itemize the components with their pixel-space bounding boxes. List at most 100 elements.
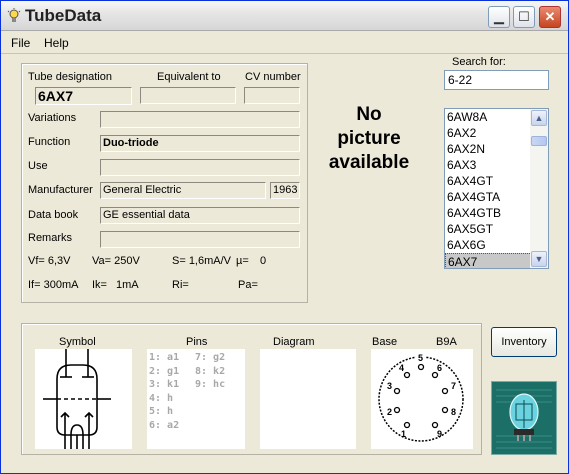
maximize-button[interactable]: ☐ bbox=[513, 6, 535, 28]
base-pin-number: 8 bbox=[451, 407, 456, 417]
remarks-field[interactable] bbox=[100, 231, 300, 248]
no-picture-line3: available bbox=[328, 152, 410, 173]
tube-list-item[interactable]: 6AW8A bbox=[445, 109, 532, 125]
tube-symbol-panel bbox=[35, 349, 132, 449]
inventory-button[interactable]: Inventory bbox=[491, 327, 557, 357]
base-pin-number: 7 bbox=[451, 381, 456, 391]
remarks-label: Remarks bbox=[28, 232, 73, 244]
pin-entry: 1: a1 bbox=[149, 352, 180, 363]
no-picture-line2: picture bbox=[337, 128, 401, 149]
mu-value: 0 bbox=[260, 255, 267, 267]
base-pin-number: 2 bbox=[387, 407, 392, 417]
pin-entry: 7: g2 bbox=[195, 352, 226, 363]
tube-list[interactable]: 6AW8A 6AX2 6AX2N 6AX3 6AX4GT 6AX4GTA 6AX4GTB 6A… bbox=[444, 108, 549, 269]
tube-list-item[interactable]: 6AX6G bbox=[445, 237, 532, 253]
pins-right-column: 7: g2 8: k2 9: hc bbox=[195, 351, 225, 392]
tube-list-item[interactable]: 6AX4GTB bbox=[445, 205, 532, 221]
pin-entry: 5: h bbox=[149, 406, 174, 417]
base-pin-number: 4 bbox=[399, 363, 404, 373]
base-pin-number: 9 bbox=[437, 429, 442, 439]
menu-file[interactable]: File bbox=[11, 36, 30, 50]
base-pin-number: 5 bbox=[418, 353, 423, 363]
variations-label: Variations bbox=[28, 112, 77, 124]
tube-list-item[interactable]: 6AX5GT bbox=[445, 221, 532, 237]
base-pinout-icon: 1 2 34 5 67 8 9 bbox=[378, 353, 464, 442]
equivalent-to-label: Equivalent to bbox=[157, 71, 221, 83]
va-value: Va= 250V bbox=[92, 255, 140, 267]
base-label: Base bbox=[372, 336, 398, 348]
maximize-icon: ☐ bbox=[518, 9, 530, 24]
tubedata-window: TubeData ▁ ☐ ✕ File Help Tube designatio… bbox=[0, 0, 569, 474]
base-pin-number: 3 bbox=[387, 381, 392, 391]
pin-entry: 3: k1 bbox=[149, 379, 180, 390]
tube-list-item[interactable]: 6AX4GTA bbox=[445, 189, 532, 205]
tube-list-item[interactable]: 6AX2N bbox=[445, 141, 532, 157]
base-panel: 1 2 34 5 67 8 9 bbox=[371, 349, 473, 449]
chevron-up-icon: ▲ bbox=[534, 113, 544, 123]
cv-number-label: CV number bbox=[245, 71, 301, 83]
base-type-label: B9A bbox=[436, 336, 457, 348]
base-pin-number: 1 bbox=[401, 429, 406, 439]
tube-list-item[interactable]: 6AX3 bbox=[445, 157, 532, 173]
title-bar[interactable]: TubeData ▁ ☐ ✕ bbox=[1, 1, 568, 31]
pin-entry: 4: h bbox=[149, 392, 174, 404]
function-label: Function bbox=[28, 136, 71, 148]
no-picture-text: No picture available bbox=[319, 103, 419, 175]
equivalent-to-field[interactable] bbox=[140, 87, 236, 104]
use-label: Use bbox=[28, 160, 48, 172]
ik-label: Ik= bbox=[92, 279, 107, 291]
minimize-button[interactable]: ▁ bbox=[488, 6, 510, 28]
scroll-thumb[interactable] bbox=[531, 136, 547, 146]
cv-number-field[interactable] bbox=[244, 87, 300, 104]
data-book-label: Data book bbox=[28, 209, 79, 221]
close-button[interactable]: ✕ bbox=[539, 6, 561, 28]
scroll-down-button[interactable]: ▼ bbox=[531, 251, 547, 267]
manufacturer-field[interactable]: General Electric bbox=[100, 182, 266, 199]
pins-label: Pins bbox=[186, 336, 208, 348]
data-book-field[interactable]: GE essential data bbox=[100, 207, 300, 224]
function-field[interactable]: Duo-triode bbox=[100, 135, 300, 152]
s-value: S= 1,6mA/V bbox=[172, 255, 232, 267]
ik-value: 1mA bbox=[116, 279, 139, 291]
scroll-up-button[interactable]: ▲ bbox=[531, 110, 547, 126]
no-picture-line1: No bbox=[356, 104, 382, 125]
pa-value: Pa= bbox=[238, 279, 258, 291]
lightbulb-icon bbox=[7, 8, 21, 24]
window-title: TubeData bbox=[25, 6, 102, 25]
menu-bar: File Help bbox=[1, 33, 568, 53]
base-pin-number: 6 bbox=[437, 363, 442, 373]
ri-value: Ri= bbox=[172, 279, 189, 291]
tube-list-item[interactable]: 6AX2 bbox=[445, 125, 532, 141]
use-field[interactable] bbox=[100, 159, 300, 176]
tube-logo-image bbox=[491, 381, 557, 455]
chevron-down-icon: ▼ bbox=[534, 254, 544, 264]
pin-entry: 6: a2 bbox=[149, 419, 180, 431]
manufacturer-label: Manufacturer bbox=[28, 184, 93, 196]
pin-entry: 9: hc bbox=[195, 379, 226, 390]
tube-list-item[interactable]: 6AX7 bbox=[445, 253, 532, 268]
diagram-label: Diagram bbox=[273, 336, 315, 348]
tube-designation-label: Tube designation bbox=[28, 71, 112, 83]
pin-entry: 2: g1 bbox=[149, 365, 180, 377]
menu-divider bbox=[1, 53, 568, 54]
tube-designation-field[interactable]: 6AX7 bbox=[35, 87, 132, 105]
search-input[interactable]: 6-22 bbox=[444, 70, 549, 90]
tube-logo-icon bbox=[492, 382, 556, 454]
variations-field[interactable] bbox=[100, 111, 300, 128]
menu-help[interactable]: Help bbox=[44, 36, 69, 50]
pin-entry: 8: k2 bbox=[195, 365, 226, 377]
list-scrollbar[interactable]: ▲ ▼ bbox=[530, 109, 548, 268]
close-icon: ✕ bbox=[544, 9, 556, 24]
triode-symbol-icon bbox=[43, 349, 111, 449]
year-field[interactable]: 1963 bbox=[270, 182, 300, 199]
if-value: If= 300mA bbox=[28, 279, 79, 291]
tube-list-items: 6AW8A 6AX2 6AX2N 6AX3 6AX4GT 6AX4GTA 6AX4GTB 6A… bbox=[445, 109, 532, 268]
pins-panel: 1: a1 2: g1 3: k1 4: h 5: h 6: a2 7: g2 8: k2 9… bbox=[147, 349, 245, 449]
diagram-panel bbox=[260, 349, 356, 449]
pins-left-column: 1: a1 2: g1 3: k1 4: h 5: h 6: a2 bbox=[149, 351, 179, 432]
vf-value: Vf= 6,3V bbox=[28, 255, 71, 267]
search-label: Search for: bbox=[452, 56, 506, 68]
mu-label: µ= bbox=[236, 255, 249, 267]
tube-list-item[interactable]: 6AX4GT bbox=[445, 173, 532, 189]
minimize-icon: ▁ bbox=[494, 9, 504, 24]
